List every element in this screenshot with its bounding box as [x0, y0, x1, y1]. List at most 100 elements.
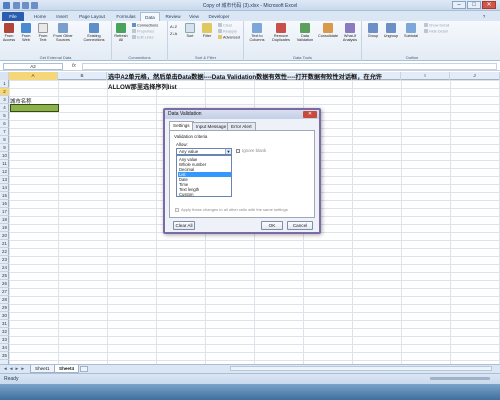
- row-header[interactable]: 22: [0, 248, 9, 256]
- tab-home[interactable]: Home: [30, 12, 50, 21]
- row-header[interactable]: 33: [0, 336, 9, 344]
- row-header[interactable]: 16: [0, 200, 9, 208]
- show-detail-button[interactable]: Show Detail: [424, 23, 449, 29]
- sheet-nav-arrows-icon[interactable]: ◄ ◄ ► ►: [3, 366, 25, 371]
- column-header-j[interactable]: J: [450, 72, 500, 80]
- minimize-button[interactable]: –: [452, 1, 466, 9]
- hide-detail-button[interactable]: Hide Detail: [424, 29, 448, 35]
- sheet-tab-sheet4[interactable]: Sheet4: [54, 365, 80, 373]
- text-to-columns-button[interactable]: Text to Columns: [247, 23, 267, 43]
- column-header-i[interactable]: I: [401, 72, 450, 80]
- filter-button[interactable]: Filter: [200, 23, 214, 38]
- ok-button[interactable]: OK: [261, 221, 283, 230]
- row-header[interactable]: 17: [0, 208, 9, 216]
- clear-all-button[interactable]: Clear All: [173, 221, 195, 230]
- advanced-button[interactable]: Advanced: [218, 35, 240, 41]
- tab-file[interactable]: File: [2, 12, 24, 21]
- ungroup-button[interactable]: Ungroup: [383, 23, 399, 38]
- row-header[interactable]: 3: [0, 96, 9, 104]
- row-header[interactable]: 5: [0, 112, 9, 120]
- row-header[interactable]: 6: [0, 120, 9, 128]
- tab-formulas[interactable]: Formulas: [112, 12, 140, 21]
- remove-duplicates-button[interactable]: Remove Duplicates: [270, 23, 292, 43]
- column-header-a[interactable]: A: [9, 72, 58, 80]
- data-validation-button[interactable]: Data Validation: [294, 23, 316, 43]
- sort-za-icon[interactable]: Z↓A: [170, 31, 177, 36]
- column-header-b[interactable]: B: [58, 72, 107, 80]
- row-header[interactable]: 7: [0, 128, 9, 136]
- from-other-sources-button[interactable]: From Other Sources: [53, 23, 73, 43]
- row-header[interactable]: 14: [0, 184, 9, 192]
- maximize-button[interactable]: □: [467, 1, 481, 9]
- row-header[interactable]: 34: [0, 344, 9, 352]
- ignore-blank-checkbox[interactable]: [236, 149, 240, 153]
- row-header[interactable]: 2: [0, 88, 9, 96]
- existing-connections-button[interactable]: Existing Connections: [80, 23, 108, 43]
- sheet-tab-sheet1[interactable]: Sheet1: [30, 365, 55, 373]
- row-header[interactable]: 26: [0, 280, 9, 288]
- zoom-slider[interactable]: [430, 377, 490, 380]
- row-header[interactable]: 27: [0, 288, 9, 296]
- row-header[interactable]: 18: [0, 216, 9, 224]
- sort-az-icon[interactable]: A↓Z: [170, 24, 177, 29]
- consolidate-button[interactable]: Consolidate: [318, 23, 338, 38]
- row-header[interactable]: 32: [0, 328, 9, 336]
- group-button[interactable]: Group: [366, 23, 380, 38]
- row-header[interactable]: 30: [0, 312, 9, 320]
- chevron-down-icon[interactable]: ▼: [225, 149, 231, 154]
- select-all-corner[interactable]: [0, 72, 9, 80]
- help-icon[interactable]: ?: [480, 12, 488, 21]
- sort-button[interactable]: Sort: [183, 23, 197, 38]
- tab-insert[interactable]: Insert: [52, 12, 72, 21]
- tab-data[interactable]: Data: [140, 12, 160, 21]
- connections-button[interactable]: Connections: [132, 23, 158, 29]
- row-header[interactable]: 21: [0, 240, 9, 248]
- dialog-tab-input-message[interactable]: Input Message: [192, 122, 231, 130]
- from-web-button[interactable]: From Web: [19, 23, 33, 43]
- row-header[interactable]: 1: [0, 80, 9, 88]
- close-button[interactable]: ✕: [482, 1, 496, 9]
- cell-a2-selected[interactable]: [10, 104, 59, 112]
- row-header[interactable]: 29: [0, 304, 9, 312]
- dialog-tab-settings[interactable]: Settings: [169, 121, 194, 130]
- cancel-button[interactable]: Cancel: [287, 221, 313, 230]
- tab-page-layout[interactable]: Page Layout: [74, 12, 110, 21]
- horizontal-scrollbar[interactable]: [230, 366, 492, 371]
- row-header[interactable]: 13: [0, 176, 9, 184]
- from-text-button[interactable]: From Text: [36, 23, 50, 43]
- row-header[interactable]: 35: [0, 352, 9, 360]
- clear-button[interactable]: Clear: [218, 23, 232, 29]
- refresh-all-button[interactable]: Refresh All: [114, 23, 128, 43]
- row-header[interactable]: 8: [0, 136, 9, 144]
- row-header[interactable]: 24: [0, 264, 9, 272]
- dialog-close-button[interactable]: ✕: [303, 111, 317, 118]
- insert-sheet-icon[interactable]: [80, 366, 88, 372]
- row-header[interactable]: 20: [0, 232, 9, 240]
- row-header[interactable]: 31: [0, 320, 9, 328]
- row-header[interactable]: 23: [0, 256, 9, 264]
- tab-developer[interactable]: Developer: [204, 12, 234, 21]
- insert-function-icon[interactable]: fx: [72, 63, 76, 69]
- from-access-button[interactable]: From Access: [2, 23, 16, 43]
- row-header[interactable]: 15: [0, 192, 9, 200]
- row-header[interactable]: 12: [0, 168, 9, 176]
- row-header[interactable]: 9: [0, 144, 9, 152]
- row-header[interactable]: 10: [0, 152, 9, 160]
- formula-input[interactable]: [82, 63, 497, 70]
- subtotal-button[interactable]: Subtotal: [402, 23, 420, 38]
- allow-select[interactable]: Any value: [176, 148, 232, 155]
- row-header[interactable]: 25: [0, 272, 9, 280]
- edit-links-button[interactable]: Edit Links: [132, 35, 153, 41]
- dialog-tab-error-alert[interactable]: Error Alert: [227, 122, 256, 130]
- what-if-analysis-button[interactable]: What-If Analysis: [340, 23, 360, 43]
- option-custom[interactable]: Custom: [178, 192, 231, 197]
- row-header[interactable]: 4: [0, 104, 9, 112]
- reapply-button[interactable]: Reapply: [218, 29, 237, 35]
- row-header[interactable]: 11: [0, 160, 9, 168]
- apply-all-checkbox[interactable]: [175, 208, 179, 212]
- row-header[interactable]: 19: [0, 224, 9, 232]
- properties-button[interactable]: Properties: [132, 29, 154, 35]
- row-header[interactable]: 28: [0, 296, 9, 304]
- tab-view[interactable]: View: [184, 12, 204, 21]
- name-box[interactable]: A2: [3, 63, 63, 70]
